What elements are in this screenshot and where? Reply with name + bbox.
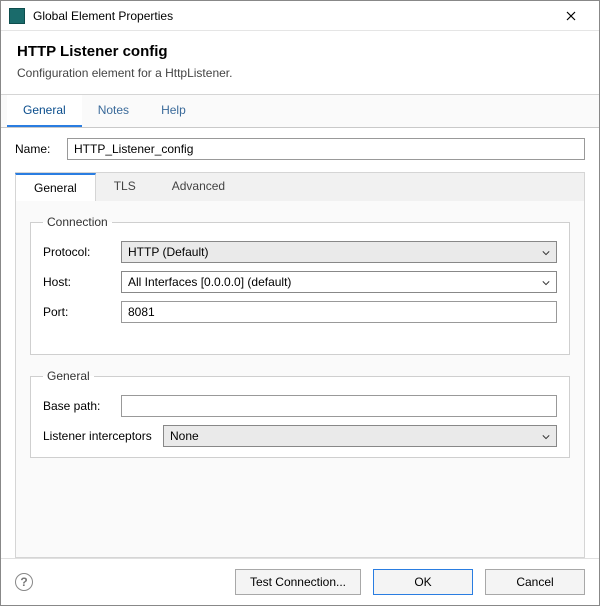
cancel-button[interactable]: Cancel [485,569,585,595]
tab-general[interactable]: General [7,95,82,127]
interceptors-row: Listener interceptors None [43,425,557,447]
connection-group: Connection Protocol: HTTP (Default) Host… [30,215,570,355]
port-row: Port: [43,301,557,323]
dialog-window: Global Element Properties HTTP Listener … [0,0,600,606]
test-connection-button[interactable]: Test Connection... [235,569,361,595]
protocol-label: Protocol: [43,245,121,259]
host-select[interactable]: All Interfaces [0.0.0.0] (default) [121,271,557,293]
inner-tabs: General TLS Advanced [15,172,585,201]
title-bar: Global Element Properties [1,1,599,31]
protocol-select[interactable]: HTTP (Default) [121,241,557,263]
protocol-row: Protocol: HTTP (Default) [43,241,557,263]
chevron-down-icon [542,275,550,289]
general-group: General Base path: Listener interceptors… [30,369,570,458]
inner-panel: Connection Protocol: HTTP (Default) Host… [15,201,585,558]
ok-button[interactable]: OK [373,569,473,595]
close-button[interactable] [551,2,591,30]
window-title: Global Element Properties [33,9,551,23]
inner-tab-tls[interactable]: TLS [96,173,154,201]
basepath-input[interactable] [121,395,557,417]
host-label: Host: [43,275,121,289]
chevron-down-icon [542,429,550,443]
tab-help[interactable]: Help [145,95,202,127]
basepath-row: Base path: [43,395,557,417]
chevron-down-icon [542,245,550,259]
port-input[interactable] [121,301,557,323]
help-icon[interactable]: ? [15,573,33,591]
host-row: Host: All Interfaces [0.0.0.0] (default) [43,271,557,293]
tab-notes[interactable]: Notes [82,95,145,127]
host-value: All Interfaces [0.0.0.0] (default) [128,275,291,289]
connection-legend: Connection [43,215,112,229]
name-input[interactable] [67,138,585,160]
header-block: HTTP Listener config Configuration eleme… [1,31,599,95]
body-area: Name: General TLS Advanced Connection Pr… [1,128,599,558]
page-title: HTTP Listener config [17,43,583,60]
page-subtitle: Configuration element for a HttpListener… [17,66,583,80]
interceptors-label: Listener interceptors [43,429,163,443]
interceptors-value: None [170,429,199,443]
close-icon [566,11,576,21]
inner-tab-general[interactable]: General [15,173,96,201]
app-icon [9,8,25,24]
interceptors-select[interactable]: None [163,425,557,447]
inner-tab-advanced[interactable]: Advanced [154,173,243,201]
basepath-label: Base path: [43,399,121,413]
port-label: Port: [43,305,121,319]
protocol-value: HTTP (Default) [128,245,208,259]
dialog-footer: ? Test Connection... OK Cancel [1,558,599,605]
outer-tabs: General Notes Help [1,95,599,128]
name-label: Name: [15,142,67,156]
name-row: Name: [15,138,585,160]
general-legend: General [43,369,94,383]
